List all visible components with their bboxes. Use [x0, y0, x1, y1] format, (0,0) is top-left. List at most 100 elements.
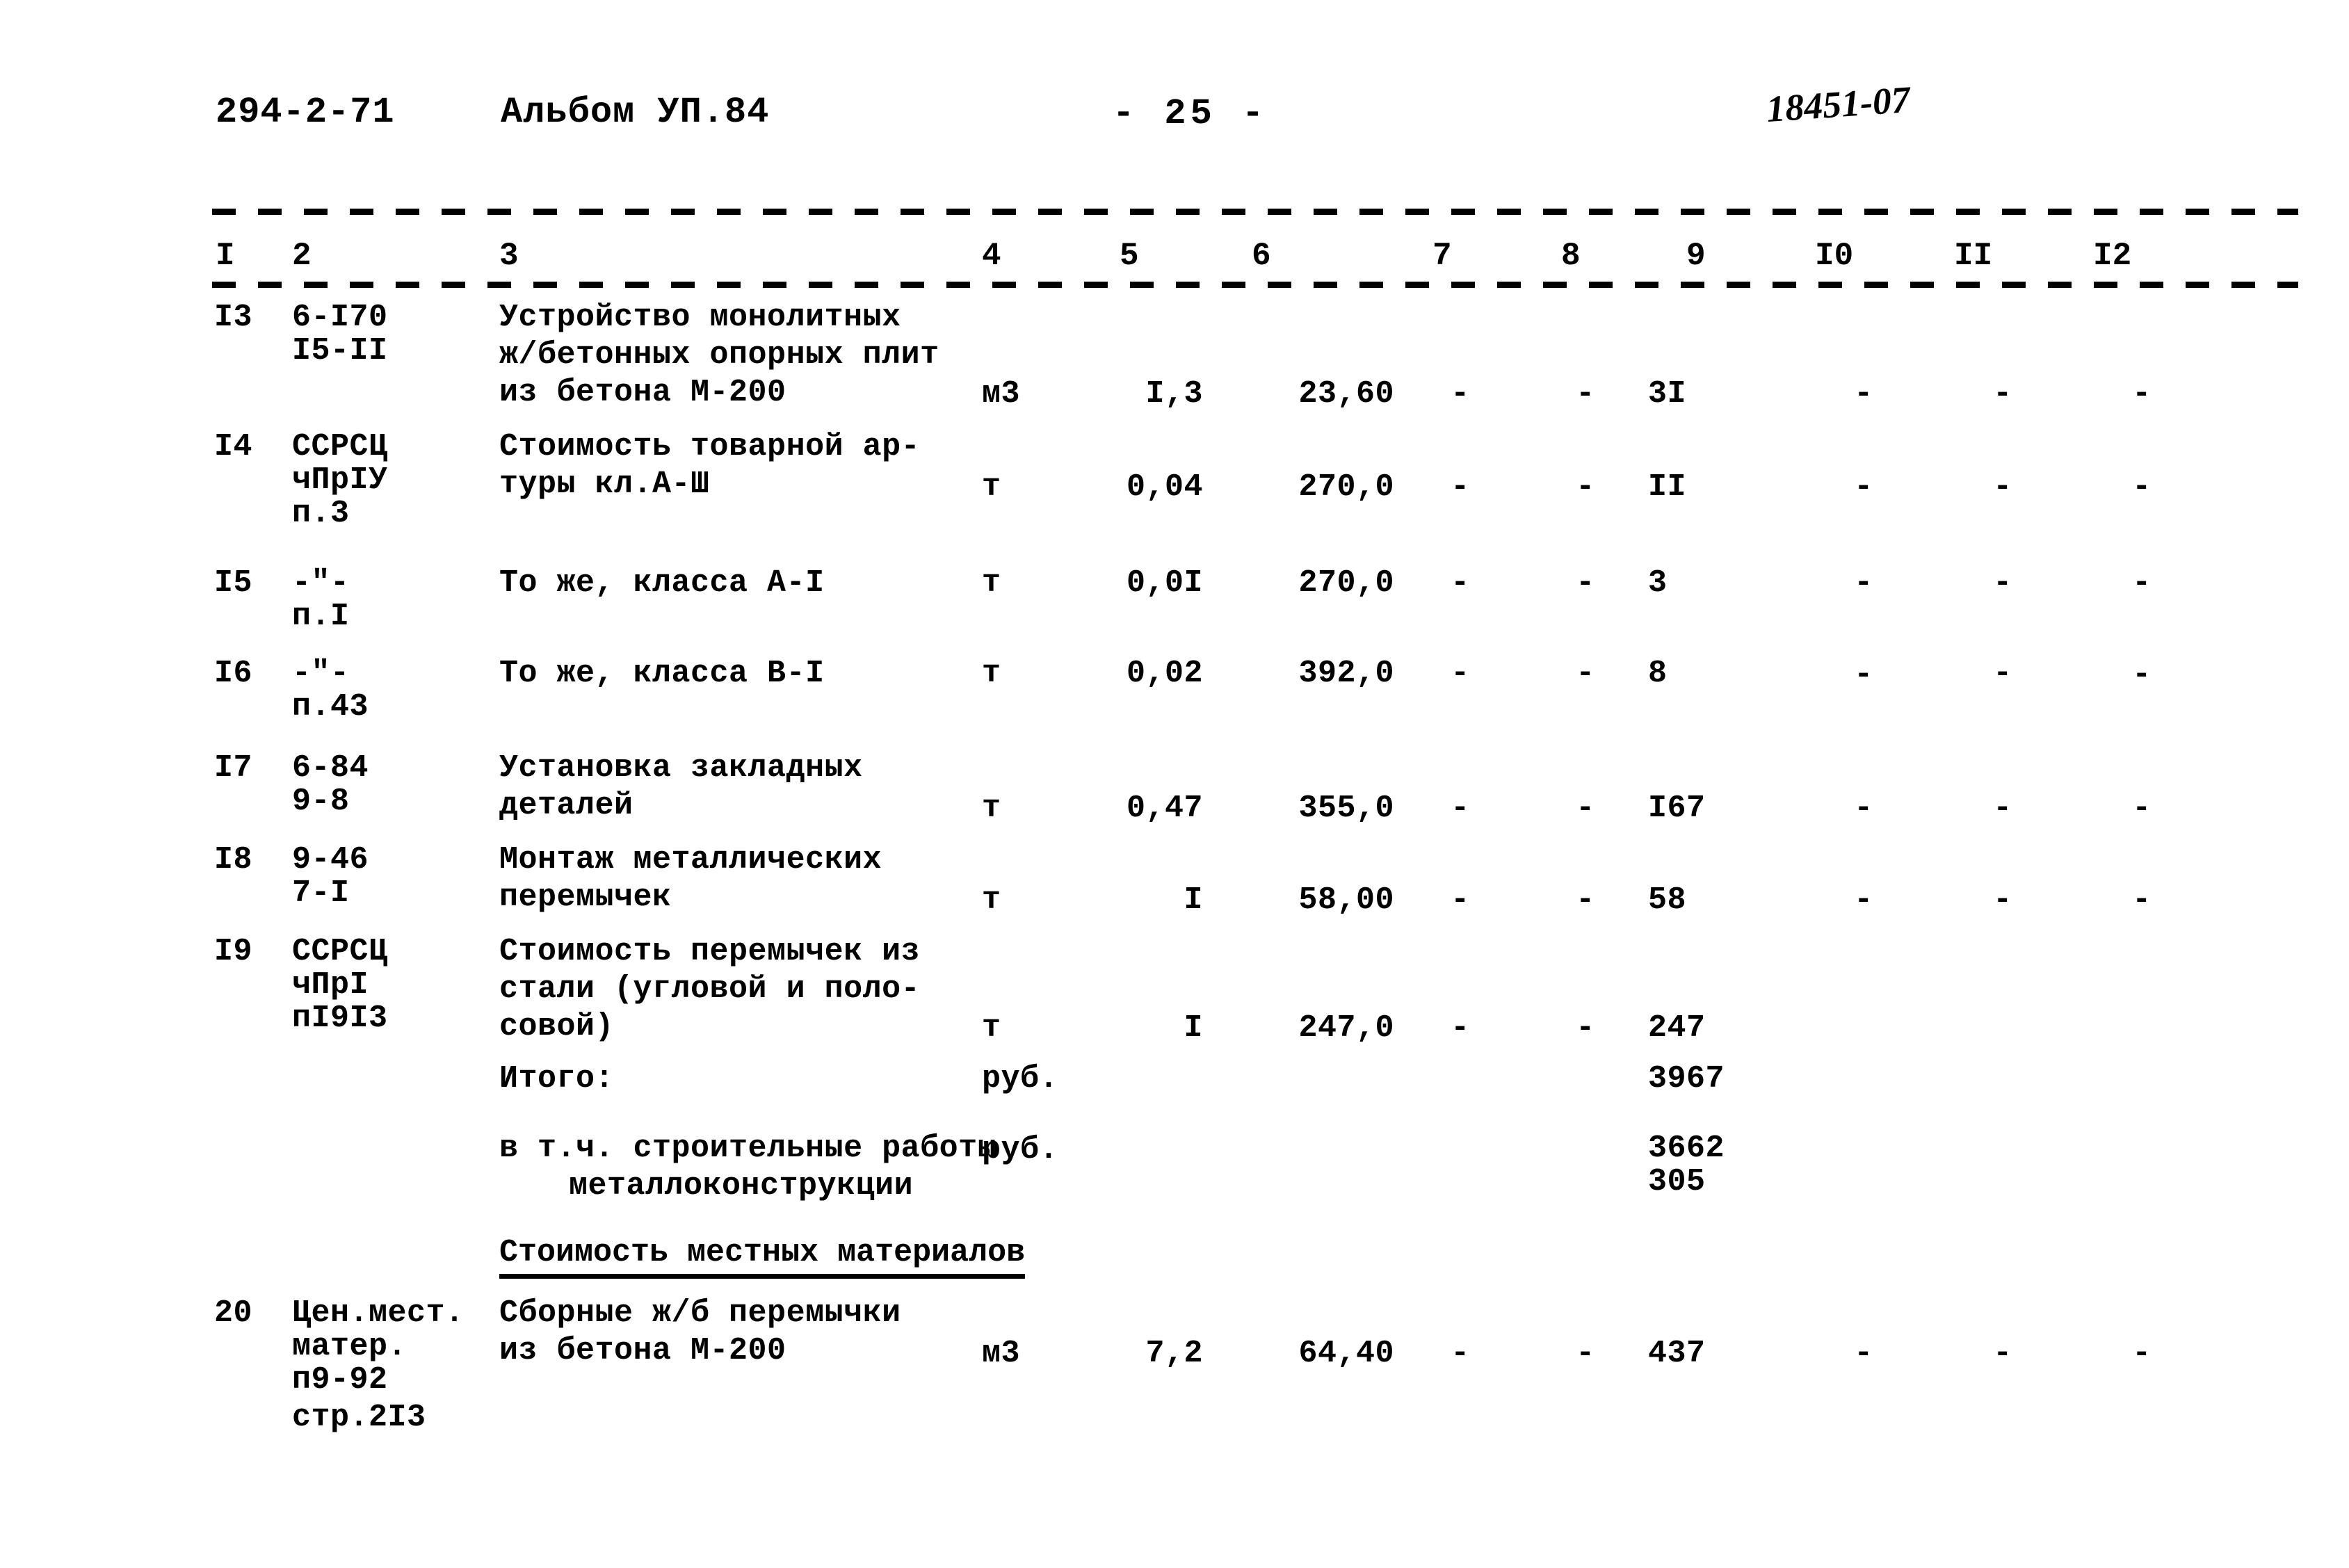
row-description-line: деталей: [499, 788, 633, 823]
row-description-line: перемычек: [499, 880, 672, 915]
row-col8: -: [1576, 882, 1595, 918]
row-code-line: п.3: [292, 496, 350, 531]
row-total-cost: I67: [1648, 791, 1706, 826]
row-code-line: стр.2I3: [292, 1400, 426, 1435]
row-col7: -: [1451, 565, 1470, 601]
row-col12: -: [2132, 376, 2152, 412]
total-unit: руб.: [982, 1061, 1059, 1097]
row-description-line: Сборные ж/б перемычки: [499, 1295, 901, 1331]
section-heading-local-materials: Стоимость местных материалов: [499, 1234, 1026, 1279]
column-number-10: I0: [1815, 238, 1854, 274]
row-total-cost: 8: [1648, 656, 1668, 691]
row-total-cost: 437: [1648, 1336, 1706, 1371]
row-col12: -: [2132, 882, 2152, 918]
row-unit-price: 64,40: [1298, 1336, 1394, 1371]
row-col12: -: [2132, 565, 2152, 601]
row-unit-price: 270,0: [1298, 469, 1394, 505]
row-description-line: стали (угловой и поло-: [499, 971, 921, 1007]
row-description-line: То же, класса В-I: [499, 656, 825, 691]
column-number-8: 8: [1561, 238, 1581, 274]
breakdown-sublabel: металлоконструкции: [569, 1168, 914, 1204]
total-value: 3967: [1648, 1061, 1725, 1097]
row-total-cost: 3: [1648, 565, 1668, 601]
row-code-line: п.43: [292, 689, 369, 725]
row-col10: -: [1854, 1336, 1873, 1371]
row-col8: -: [1576, 565, 1595, 601]
row-col11: -: [1993, 656, 2012, 691]
row-col10: -: [1854, 791, 1873, 826]
page-number: - 25 -: [1113, 93, 1268, 134]
row-description-line: То же, класса А-I: [499, 565, 825, 601]
row-quantity: 7,2: [1145, 1336, 1203, 1371]
row-code-line: п9-92: [292, 1362, 388, 1398]
row-quantity: 0,0I: [1126, 565, 1203, 601]
row-description-line: из бетона М-200: [499, 1333, 786, 1368]
row-col10: -: [1854, 469, 1873, 505]
row-unit-price: 270,0: [1298, 565, 1394, 601]
row-col7: -: [1451, 1010, 1470, 1046]
breakdown-unit: руб.: [982, 1132, 1059, 1167]
row-quantity: 0,47: [1126, 791, 1203, 826]
row-code-line: -"-: [292, 565, 350, 601]
row-col11: -: [1993, 791, 2012, 826]
row-col7: -: [1451, 656, 1470, 691]
archive-stamp: 18451-07: [1765, 78, 1912, 131]
row-quantity: 0,02: [1126, 656, 1203, 691]
row-quantity: I: [1184, 882, 1203, 918]
row-code-line: матер.: [292, 1329, 407, 1364]
row-code-line: ССРСЦ: [292, 934, 388, 969]
row-unit: т: [982, 882, 1001, 918]
column-number-2: 2: [292, 238, 312, 274]
row-col8: -: [1576, 1010, 1595, 1046]
row-unit: т: [982, 469, 1001, 505]
row-description-line: туры кл.А-Ш: [499, 467, 710, 502]
row-description-line: из бетона М-200: [499, 375, 786, 410]
column-number-4: 4: [982, 238, 1001, 274]
table-top-dashed-rule: [212, 209, 2298, 215]
row-description-line: Установка закладных: [499, 750, 863, 786]
row-unit-price: 58,00: [1298, 882, 1394, 918]
row-code-line: пI9I3: [292, 1001, 388, 1036]
total-label: Итого:: [499, 1061, 615, 1097]
column-number-7: 7: [1432, 238, 1452, 274]
row-col11: -: [1993, 376, 2012, 412]
row-col8: -: [1576, 791, 1595, 826]
row-col8: -: [1576, 656, 1595, 691]
row-unit-price: 247,0: [1298, 1010, 1394, 1046]
row-col11: -: [1993, 882, 2012, 918]
row-col12: -: [2132, 1336, 2152, 1371]
row-col10: -: [1854, 376, 1873, 412]
row-quantity: 0,04: [1126, 469, 1203, 505]
column-number-1: I: [216, 238, 235, 274]
row-col11: -: [1993, 469, 2012, 505]
row-code-line: 7-I: [292, 875, 350, 911]
breakdown-value-2: 305: [1648, 1164, 1706, 1199]
column-number-12: I2: [2093, 238, 2132, 274]
row-col10: -: [1854, 882, 1873, 918]
row-unit-price: 392,0: [1298, 656, 1394, 691]
row-unit-price: 23,60: [1298, 376, 1394, 412]
row-description-line: Стоимость перемычек из: [499, 934, 921, 969]
row-unit: т: [982, 1010, 1001, 1046]
row-unit: т: [982, 565, 1001, 601]
row-code-line: 6-84: [292, 750, 369, 786]
column-number-3: 3: [499, 238, 519, 274]
row-col7: -: [1451, 469, 1470, 505]
column-number-5: 5: [1120, 238, 1139, 274]
row-quantity: I: [1184, 1010, 1203, 1046]
row-col7: -: [1451, 1336, 1470, 1371]
album-label: Альбом УП.84: [501, 92, 770, 133]
row-code-line: чПрIУ: [292, 462, 388, 498]
row-col11: -: [1993, 565, 2012, 601]
row-code-line: 9-46: [292, 842, 369, 878]
page-header: 294-2-71 Альбом УП.84 - 25 - 18451-07: [0, 79, 2349, 146]
row-code-line: 6-I70: [292, 300, 388, 335]
row-description-line: совой): [499, 1009, 615, 1044]
row-quantity: I,3: [1145, 376, 1203, 412]
row-col8: -: [1576, 1336, 1595, 1371]
row-description-line: ж/бетонных опорных плит: [499, 337, 939, 373]
breakdown-value-1: 3662: [1648, 1131, 1725, 1166]
row-total-cost: 247: [1648, 1010, 1706, 1046]
row-unit: т: [982, 791, 1001, 826]
row-unit: т: [982, 656, 1001, 691]
